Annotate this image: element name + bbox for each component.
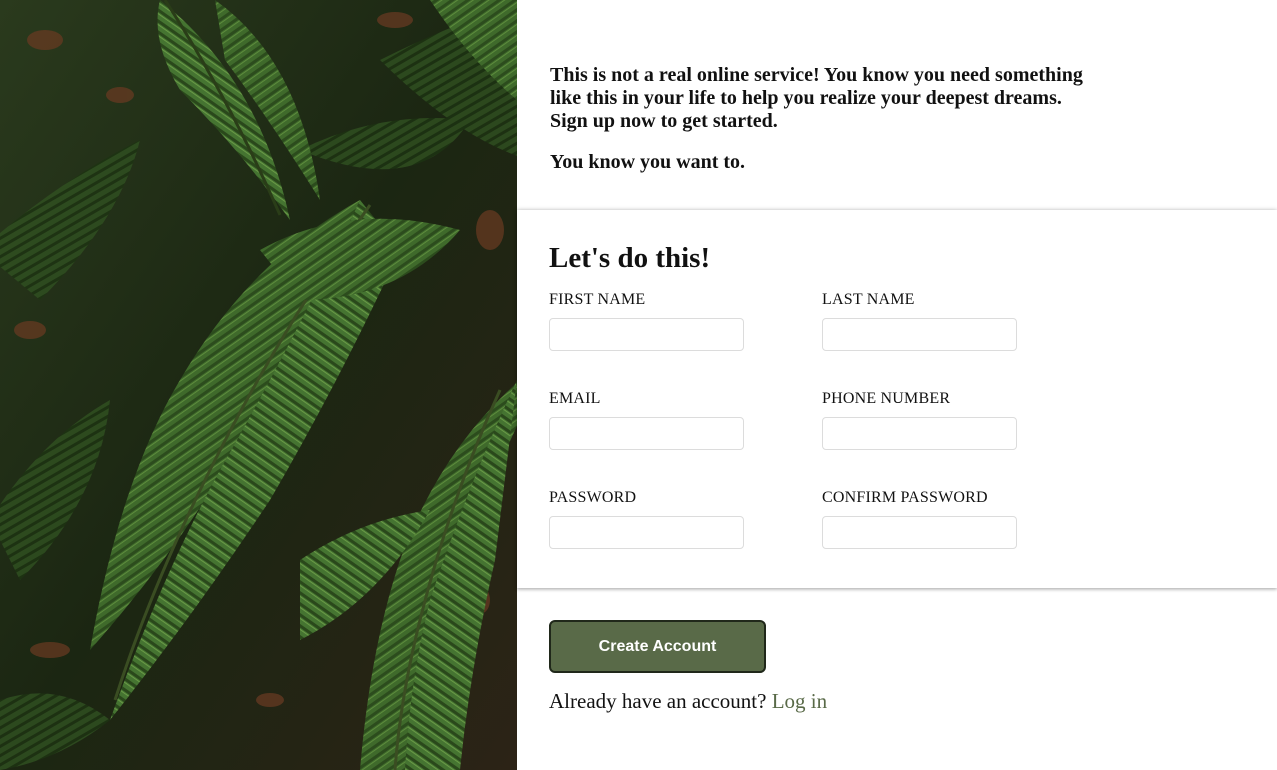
fern-photo [0, 0, 517, 770]
last-name-input[interactable] [822, 318, 1017, 351]
create-account-button[interactable]: Create Account [549, 620, 766, 673]
confirm-password-field: CONFIRM PASSWORD [822, 489, 1017, 549]
email-label: EMAIL [549, 390, 601, 407]
phone-number-label: PHONE NUMBER [822, 390, 951, 407]
intro-line: like this in your life to help you reali… [550, 87, 1062, 109]
intro-line: This is not a real online service! You k… [550, 64, 1083, 86]
content-area: This is not a real online service! You k… [517, 0, 1277, 770]
confirm-password-label: CONFIRM PASSWORD [822, 489, 988, 506]
signup-form-panel: Let's do this! FIRST NAME LAST NAME EMAI… [517, 210, 1277, 588]
intro-paragraph: This is not a real online service! You k… [550, 64, 1110, 133]
phone-number-field: PHONE NUMBER [822, 390, 1017, 450]
intro-line: Sign up now to get started. [550, 110, 778, 132]
login-link[interactable]: Log in [772, 689, 827, 713]
email-field: EMAIL [549, 390, 744, 450]
email-input[interactable] [549, 417, 744, 450]
form-title: Let's do this! [549, 242, 711, 274]
login-prompt-text: Already have an account? [549, 689, 767, 713]
login-prompt: Already have an account? Log in [549, 688, 827, 714]
intro-tagline: You know you want to. [550, 151, 746, 173]
first-name-label: FIRST NAME [549, 291, 646, 308]
last-name-field: LAST NAME [822, 291, 1017, 351]
password-input[interactable] [549, 516, 744, 549]
last-name-label: LAST NAME [822, 291, 915, 308]
intro-text: This is not a real online service! You k… [550, 64, 1110, 174]
first-name-field: FIRST NAME [549, 291, 744, 351]
signup-page: This is not a real online service! You k… [0, 0, 1277, 770]
password-field: PASSWORD [549, 489, 744, 549]
password-label: PASSWORD [549, 489, 637, 506]
first-name-input[interactable] [549, 318, 744, 351]
confirm-password-input[interactable] [822, 516, 1017, 549]
phone-number-input[interactable] [822, 417, 1017, 450]
